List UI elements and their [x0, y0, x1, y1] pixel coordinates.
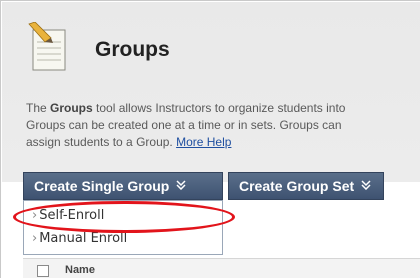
page-frame: Groups The Groups tool allows Instructor…: [0, 0, 420, 278]
description-line-3: assign students to a Group. More Help: [26, 134, 420, 151]
create-single-group-button[interactable]: Create Single Group: [23, 172, 223, 200]
description-line-1: The Groups tool allows Instructors to or…: [26, 100, 420, 117]
create-single-group-label: Create Single Group: [34, 178, 170, 194]
caret-right-icon: ›: [32, 231, 38, 246]
create-group-set-label: Create Group Set: [239, 178, 355, 194]
description-line-2: Groups can be created one at a time or i…: [26, 118, 342, 132]
more-help-link[interactable]: More Help: [176, 135, 231, 149]
groups-table-header: Name: [23, 258, 420, 278]
notepad-pencil-icon: [25, 21, 69, 74]
menu-item-label: Self-Enroll: [39, 208, 105, 223]
action-bar: Create Single Group Create Group Set: [23, 172, 389, 200]
description-rest: tool allows Instructors to organize stud…: [92, 101, 346, 115]
description-line-3-text: assign students to a Group.: [26, 135, 177, 149]
column-header-name[interactable]: Name: [65, 264, 95, 276]
create-group-set-button[interactable]: Create Group Set: [228, 172, 384, 200]
tool-description: The Groups tool allows Instructors to or…: [26, 100, 420, 151]
caret-right-icon: ›: [32, 208, 38, 223]
menu-item-self-enroll[interactable]: › Self-Enroll: [24, 204, 222, 227]
double-chevron-down-icon: [176, 179, 186, 193]
create-single-group-menu: › Self-Enroll › Manual Enroll: [23, 200, 223, 255]
double-chevron-down-icon: [361, 179, 371, 193]
page-title: Groups: [95, 38, 170, 61]
menu-item-label: Manual Enroll: [39, 231, 128, 246]
select-all-checkbox[interactable]: [37, 265, 49, 277]
menu-item-manual-enroll[interactable]: › Manual Enroll: [24, 227, 222, 250]
description-prefix: The: [26, 101, 51, 115]
description-bold: Groups: [50, 101, 93, 115]
